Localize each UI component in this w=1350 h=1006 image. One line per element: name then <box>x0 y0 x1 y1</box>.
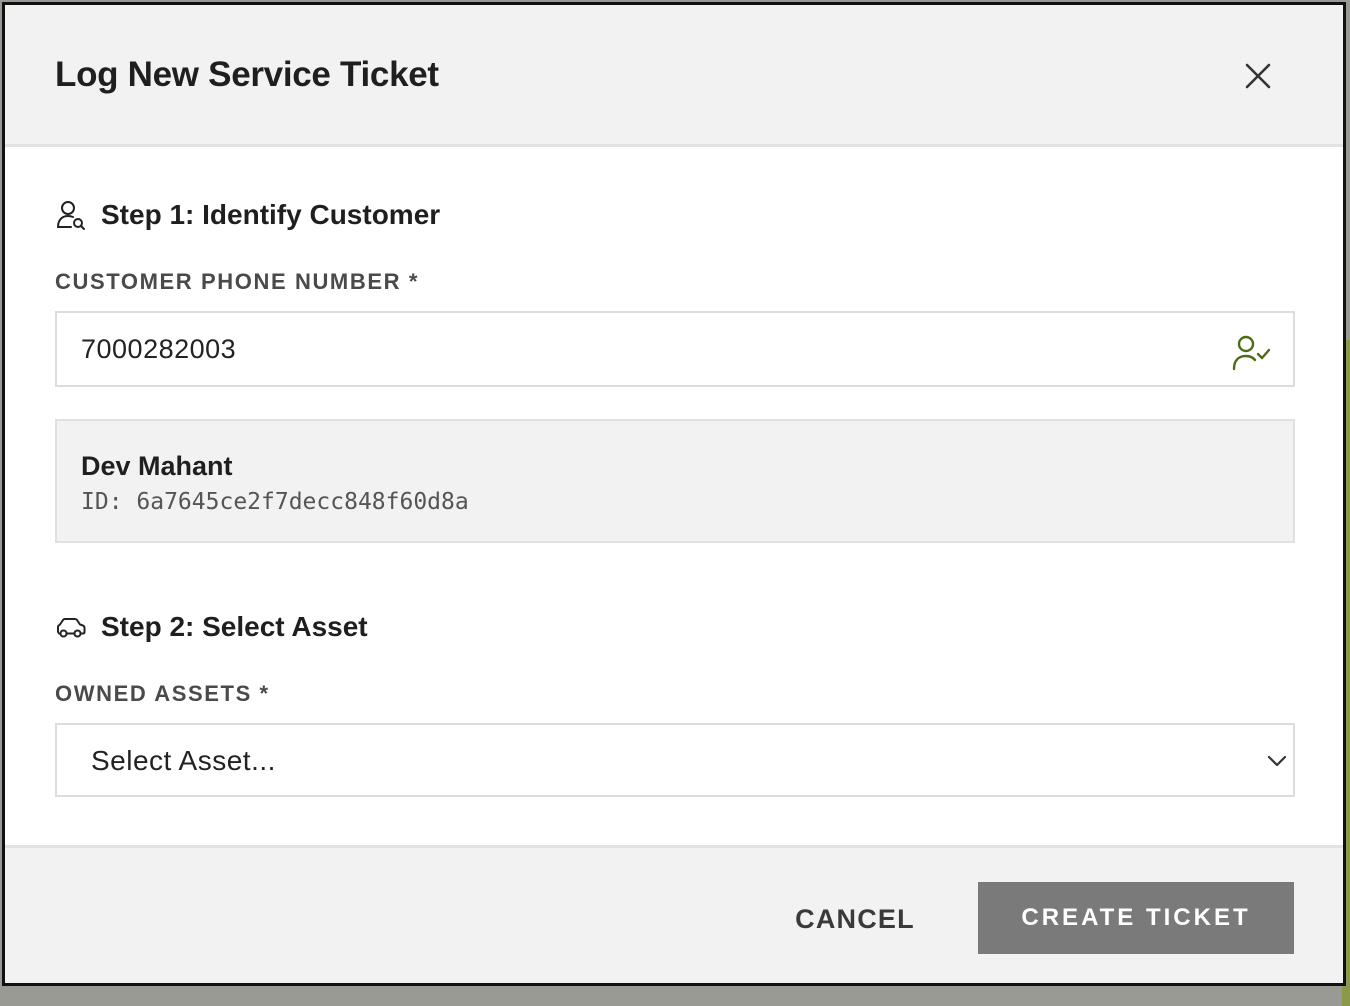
phone-field <box>55 311 1295 387</box>
asset-select[interactable]: Select Asset... <box>55 723 1295 797</box>
service-ticket-modal: Log New Service Ticket Step 1: Identify … <box>2 2 1346 986</box>
customer-card: Dev Mahant ID: 6a7645ce2f7decc848f60d8a <box>55 419 1295 543</box>
car-icon <box>55 611 87 643</box>
modal-title: Log New Service Ticket <box>55 55 439 94</box>
customer-id: ID: 6a7645ce2f7decc848f60d8a <box>81 489 469 515</box>
step2-heading: Step 2: Select Asset <box>55 607 368 647</box>
step1-heading: Step 1: Identify Customer <box>55 195 440 235</box>
create-ticket-button[interactable]: CREATE TICKET <box>978 882 1294 954</box>
close-icon <box>1245 63 1271 89</box>
user-search-icon <box>55 199 87 231</box>
modal-header: Log New Service Ticket <box>5 5 1343 147</box>
user-check-icon <box>1232 335 1271 371</box>
customer-name: Dev Mahant <box>81 451 233 481</box>
owned-assets-label: OWNED ASSETS * <box>55 681 270 706</box>
phone-input[interactable] <box>57 313 1217 385</box>
modal-footer: CANCEL CREATE TICKET <box>5 845 1343 983</box>
step1-title: Step 1: Identify Customer <box>101 199 441 230</box>
phone-label: CUSTOMER PHONE NUMBER * <box>55 269 419 294</box>
chevron-down-icon <box>1267 755 1287 767</box>
cancel-button[interactable]: CANCEL <box>767 884 943 954</box>
asset-select-value: Select Asset... <box>91 745 276 776</box>
step2-title: Step 2: Select Asset <box>101 611 368 642</box>
close-button[interactable] <box>1235 53 1281 99</box>
